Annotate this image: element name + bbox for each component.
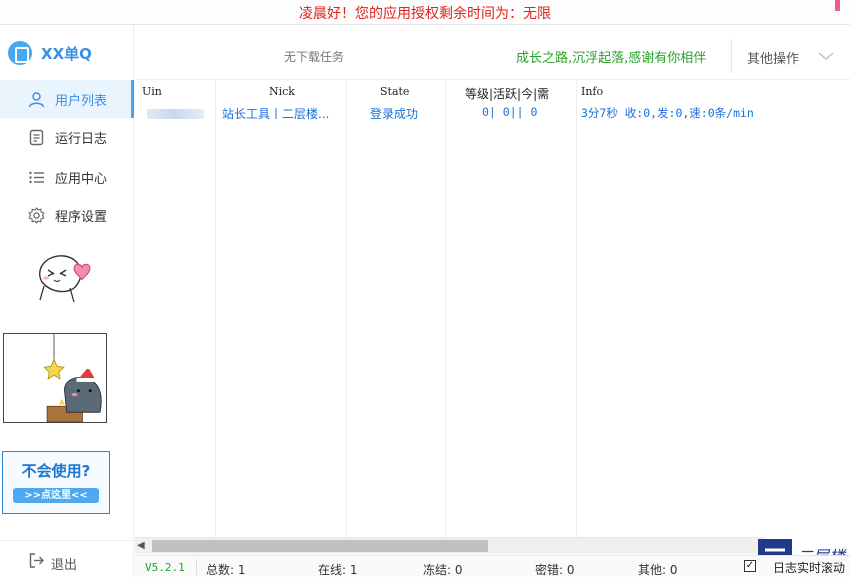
column-divider: [215, 80, 216, 537]
frozen-count: 冻结: 0: [423, 563, 463, 577]
logout-label: 退出: [51, 558, 78, 573]
info-cell: 3分7秒 收:0,发:0,速:0条/min: [581, 106, 754, 120]
more-actions-button[interactable]: 其他操作: [747, 48, 799, 67]
banner-marker: [835, 0, 840, 11]
level-cell: 0| 0|| 0: [482, 105, 538, 119]
nick-cell: 站长工具丨二层楼...: [222, 107, 330, 121]
column-header-info[interactable]: Info: [581, 85, 603, 98]
scroll-left-icon[interactable]: ◀: [137, 541, 147, 551]
column-header-state[interactable]: State: [380, 85, 409, 98]
sidebar-item-log[interactable]: 运行日志: [0, 118, 134, 156]
column-header-level[interactable]: 等级|活跃|今|需: [465, 85, 549, 102]
license-text: 凌晨好！您的应用授权剩余时间为：无限: [299, 6, 551, 22]
column-header-nick[interactable]: Nick: [269, 85, 295, 98]
help-banner[interactable]: 不会使用? >>点这里<<: [2, 451, 110, 514]
autoscroll-label: 日志实时滚动: [773, 561, 846, 575]
sidebar-item-label: 运行日志: [55, 132, 108, 147]
header-divider: [731, 39, 732, 73]
logout-button[interactable]: 退出: [0, 540, 134, 577]
app-title: XX单Q: [41, 45, 92, 63]
column-divider: [576, 80, 577, 537]
checkbox[interactable]: ✓: [744, 560, 756, 572]
online-count: 在线: 1: [318, 563, 358, 577]
status-divider: [196, 559, 197, 575]
state-cell: 登录成功: [370, 107, 419, 121]
sidebar-item-apps[interactable]: 应用中心: [0, 158, 134, 196]
list-icon: [29, 171, 44, 184]
password-error-count: 密错: 0: [535, 563, 575, 577]
other-count: 其他: 0: [638, 563, 678, 577]
header: 无下载任务 成长之路,沉浮起落,感谢有你相伴 其他操作: [135, 25, 850, 80]
sidebar-item-settings[interactable]: 程序设置: [0, 196, 134, 234]
sticker-image: [39, 255, 91, 303]
column-divider: [346, 80, 347, 537]
cat-star-image: [3, 333, 107, 423]
license-banner: 凌晨好！您的应用授权剩余时间为：无限: [0, 0, 850, 25]
total-count: 总数: 1: [206, 563, 246, 577]
app-logo-icon: [8, 41, 32, 65]
download-status: 无下载任务: [284, 50, 345, 64]
sidebar: XX单Q 用户列表 运行日志 应用中心 程序设置 不会使用? >>点这里<< 退…: [0, 25, 134, 577]
log-icon: [29, 129, 44, 146]
version-label: V5.2.1: [145, 561, 185, 574]
uin-cell-redacted: [147, 109, 204, 119]
logout-icon: [29, 553, 44, 568]
scrollbar-thumb[interactable]: [152, 540, 488, 552]
user-table: Uin Nick State 等级|活跃|今|需 Info 站长工具丨二层楼..…: [135, 80, 850, 537]
sidebar-item-users[interactable]: 用户列表: [0, 80, 134, 118]
column-header-uin[interactable]: Uin: [142, 85, 162, 98]
slogan-text: 成长之路,沉浮起落,感谢有你相伴: [516, 51, 707, 66]
chevron-down-icon[interactable]: [818, 51, 834, 61]
sidebar-item-label: 用户列表: [55, 94, 108, 109]
help-title: 不会使用?: [21, 462, 91, 480]
status-bar: V5.2.1 总数: 1 在线: 1 冻结: 0 密错: 0 其他: 0: [135, 555, 850, 577]
help-button[interactable]: >>点这里<<: [13, 488, 99, 503]
gear-icon: [28, 207, 45, 224]
sidebar-item-label: 程序设置: [55, 210, 108, 225]
sidebar-item-label: 应用中心: [55, 172, 108, 187]
column-divider: [445, 80, 446, 537]
horizontal-scrollbar[interactable]: ◀: [135, 537, 765, 554]
user-icon: [28, 92, 45, 108]
